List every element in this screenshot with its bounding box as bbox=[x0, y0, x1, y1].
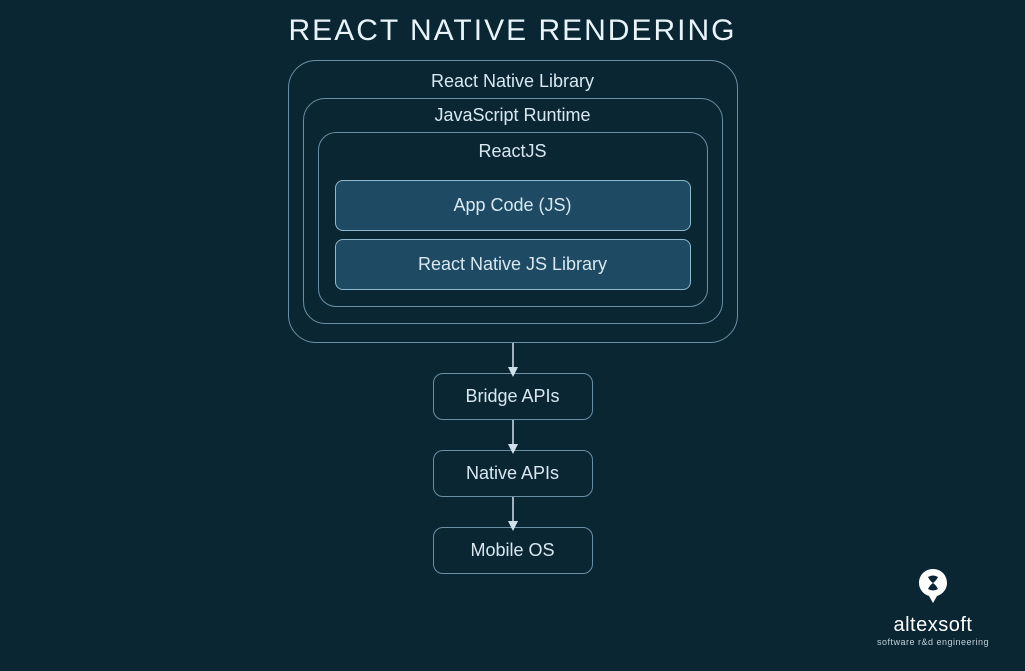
label-mid: JavaScript Runtime bbox=[318, 105, 708, 132]
label-outer: React Native Library bbox=[303, 69, 723, 98]
logo-brand-text: altexsoft bbox=[877, 614, 989, 637]
layer-javascript-runtime: JavaScript Runtime ReactJS App Code (JS)… bbox=[303, 98, 723, 324]
label-inner: ReactJS bbox=[335, 141, 691, 172]
box-app-code: App Code (JS) bbox=[335, 180, 691, 231]
brand-logo: altexsoft software r&d engineering bbox=[877, 567, 989, 647]
arrow-icon bbox=[512, 497, 514, 527]
arrow-icon bbox=[512, 420, 514, 450]
arrow-icon bbox=[512, 343, 514, 373]
logo-tagline: software r&d engineering bbox=[877, 637, 989, 647]
logo-mark-icon bbox=[916, 567, 950, 610]
node-bridge-apis: Bridge APIs bbox=[433, 373, 593, 420]
node-mobile-os: Mobile OS bbox=[433, 527, 593, 574]
node-native-apis: Native APIs bbox=[433, 450, 593, 497]
diagram-container: React Native Library JavaScript Runtime … bbox=[0, 60, 1025, 574]
box-rn-js-library: React Native JS Library bbox=[335, 239, 691, 290]
diagram-title: REACT NATIVE RENDERING bbox=[0, 0, 1025, 48]
layer-react-native-library: React Native Library JavaScript Runtime … bbox=[288, 60, 738, 343]
layer-reactjs: ReactJS App Code (JS) React Native JS Li… bbox=[318, 132, 708, 307]
